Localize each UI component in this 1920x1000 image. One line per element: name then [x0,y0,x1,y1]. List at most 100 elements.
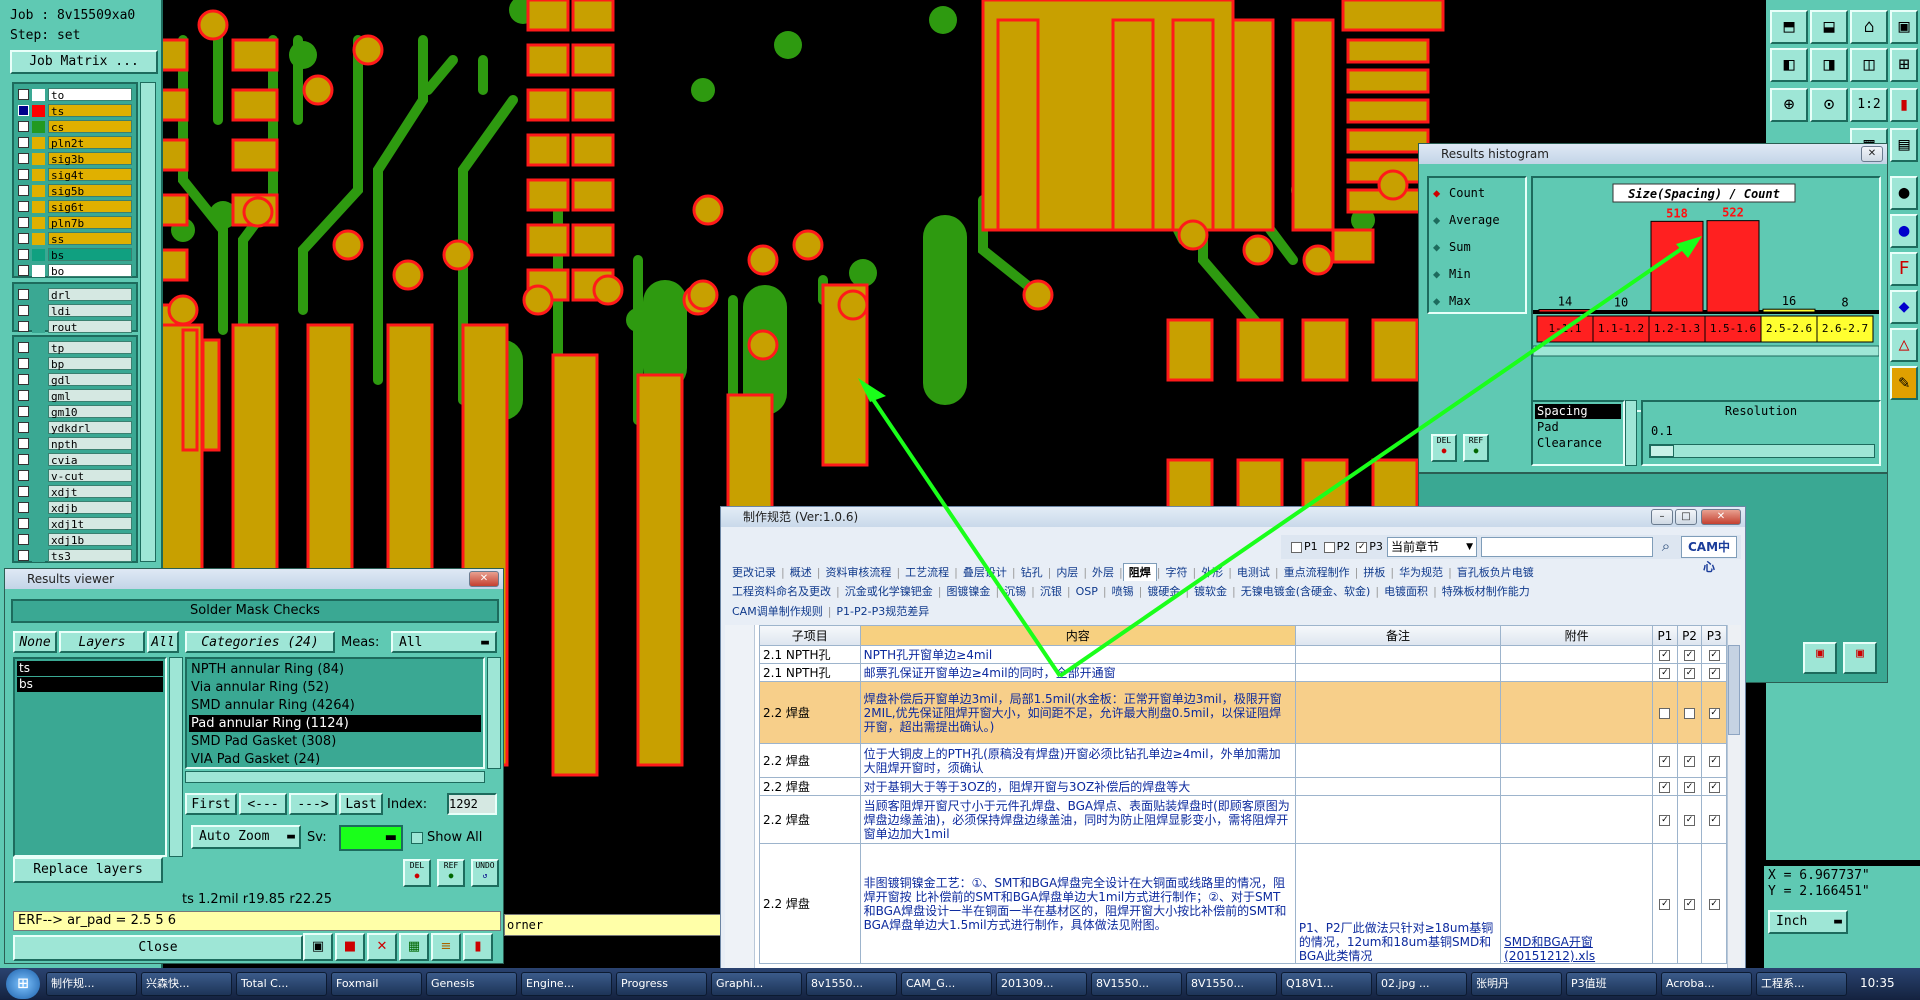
row-attachment[interactable] [1500,681,1654,744]
filter-checkbox[interactable] [1323,541,1335,553]
bottom-view-icon[interactable]: ⬓ [1810,10,1848,44]
undo-button[interactable]: UNDO ↺ [471,859,499,887]
row-p3-checkbox[interactable]: ✓ [1708,814,1720,826]
table-row[interactable]: 2.2 焊盘 焊盘补偿后开窗单边3mil，局部1.5mil(水金板：正常开窗单边3… [759,681,1727,744]
all-button[interactable]: All [147,631,179,653]
histogram-type-item[interactable]: Clearance [1535,436,1621,451]
histogram-type-item[interactable]: Pad [1535,420,1621,435]
layer-row[interactable]: xdj1b [18,533,134,547]
layer-checkbox[interactable] [18,185,29,196]
result-layer-item[interactable]: ts [17,661,163,676]
layer-checkbox[interactable] [18,217,29,228]
table-row[interactable]: 2.2 焊盘 当顾客阻焊开窗尺寸小于元件孔焊盘、BGA焊点、表面贴装焊盘时(即顾客… [759,795,1727,844]
spec-tab[interactable]: 拼板 [1358,564,1390,581]
edge-tool-8-icon[interactable]: ◆ [1890,290,1918,324]
layer-checkbox[interactable] [18,342,29,353]
layer-row[interactable]: ts3 [18,549,134,563]
layer-row[interactable]: ldi [18,304,134,318]
category-list[interactable]: NPTH annular Ring (84) Via annular Ring (… [185,657,485,769]
index-input[interactable] [447,793,497,815]
spec-tab[interactable]: 资料审核流程 [820,564,896,581]
layer-row[interactable]: ss [18,232,134,246]
spec-tab[interactable]: 沉金或化学镍钯金 [840,583,938,601]
last-button[interactable]: Last [339,793,383,815]
chart-icon[interactable]: ▮ [463,933,493,961]
filter-checkbox[interactable]: ✓ [1356,541,1368,553]
column-header[interactable]: 附件 [1500,625,1654,646]
layer-checkbox[interactable] [18,518,29,529]
ref-button[interactable]: REF ● [437,859,465,887]
spec-tab[interactable]: 更改记录 [727,564,781,581]
compare-icon[interactable]: ◫ [1850,48,1888,82]
spec-tab[interactable]: 无镍电镀金(含硬金、软金) [1236,583,1376,601]
prev-button[interactable]: <--- [239,793,287,815]
row-p3-checkbox[interactable]: ✓ [1708,707,1720,719]
layer-checkbox[interactable] [18,169,29,180]
report-icon[interactable]: ≡ [431,933,461,961]
spec-tab[interactable]: 叠层设计 [958,564,1012,581]
row-p2-checkbox[interactable]: ✓ [1684,814,1695,826]
layer-checkbox[interactable] [18,121,29,132]
category-item[interactable]: VIA Pad Gasket (24) [189,751,481,768]
layer-checkbox[interactable] [18,358,29,369]
column-header[interactable]: P1 [1652,625,1678,646]
layer-scrollbar[interactable] [140,82,156,562]
filter-p2[interactable]: P2 [1323,540,1350,553]
category-item[interactable]: Via annular Ring (52) [189,679,481,696]
row-p1-checkbox[interactable]: ✓ [1659,898,1671,910]
row-attachment[interactable] [1500,743,1654,778]
search-icon[interactable]: ⌕ [1655,536,1677,558]
layer-row[interactable]: ts [18,104,134,118]
taskbar-item[interactable]: 张明丹 [1471,972,1562,996]
layer-row[interactable]: pln7b [18,216,134,230]
layer-checkbox[interactable] [18,201,29,212]
scale-icon[interactable]: 1:2 [1850,88,1888,122]
home-icon[interactable]: ⌂ [1850,10,1888,44]
layer-row[interactable]: sig4t [18,168,134,182]
del-button[interactable]: DEL ● [403,859,431,887]
histogram-type-list[interactable]: Spacing Pad Clearance [1531,400,1625,466]
layer-row[interactable]: sig6t [18,200,134,214]
next-button[interactable]: ---> [289,793,337,815]
maximize-icon[interactable]: □ [1675,509,1697,525]
filter-checkbox[interactable] [1291,541,1302,553]
layer-row[interactable]: gm10 [18,405,134,419]
taskbar-item[interactable]: Acroba... [1661,972,1752,996]
measure-icon[interactable]: ▣ [303,933,333,961]
edge-tool-6-icon[interactable]: ● [1890,214,1918,248]
layer-row[interactable]: cvia [18,453,134,467]
edge-tool-5-icon[interactable]: ● [1890,176,1918,210]
highlight-icon[interactable]: ■ [335,933,365,961]
row-attachment[interactable]: SMD和BGA开窗(20151212).xls [1500,843,1654,964]
table-row[interactable]: 2.1 NPTH孔 邮票孔保证开窗单边≥4mil的同时，全部开通窗 ✓ ✓ ✓ [759,663,1727,682]
taskbar-item[interactable]: 201309... [996,972,1087,996]
spec-tab[interactable]: 外层 [1087,564,1119,581]
taskbar-item[interactable]: 02.jpg ... [1376,972,1467,996]
pan-left-icon[interactable]: ◧ [1770,48,1808,82]
row-attachment[interactable] [1500,795,1654,844]
spec-tab[interactable]: 沉银 [1035,583,1067,601]
results-viewer-titlebar[interactable]: Results viewer ✕ [5,569,503,589]
layer-row[interactable]: gdl [18,373,134,387]
layer-row[interactable]: bo [18,264,134,278]
layer-checkbox[interactable] [18,534,29,545]
row-p1-checkbox[interactable]: ✓ [1659,667,1671,679]
taskbar-item[interactable]: Total C... [236,972,327,996]
histogram-mode-option[interactable]: ◆ Min [1433,265,1471,283]
category-list-scrollbar[interactable] [487,657,501,769]
layer-checkbox[interactable] [18,137,29,148]
chart-hscroll[interactable] [1533,345,1879,357]
layer-checkbox[interactable] [18,390,29,401]
layer-row[interactable]: gml [18,389,134,403]
histogram-type-item[interactable]: Spacing [1535,404,1621,419]
histogram-del-button[interactable]: DEL ● [1431,434,1457,462]
start-button[interactable]: ⊞ [6,969,40,999]
row-p2-checkbox[interactable]: ✓ [1684,649,1695,661]
taskbar-item[interactable]: 工程系... [1756,972,1847,996]
edge-tool-2-icon[interactable]: ⊞ [1890,48,1918,82]
layer-row[interactable]: xdj1t [18,517,134,531]
fit-icon[interactable]: ⊕ [1770,88,1808,122]
layer-checkbox[interactable] [18,406,29,417]
category-item[interactable]: Pad annular Ring (1124) [189,715,481,732]
column-header[interactable]: P3 [1701,625,1727,646]
